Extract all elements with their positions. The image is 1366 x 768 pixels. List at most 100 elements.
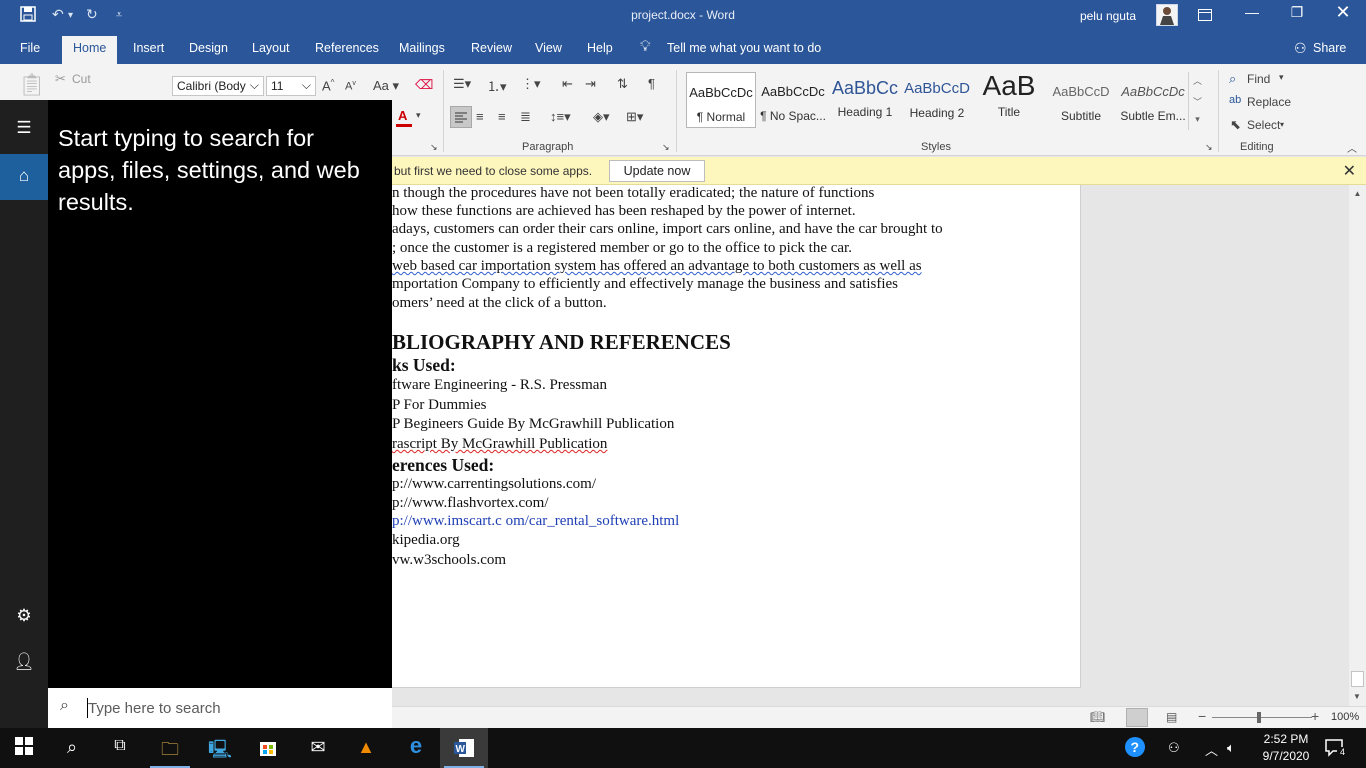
tab-view[interactable]: View <box>535 41 562 55</box>
chevron-down-icon[interactable]: ▾ <box>1280 120 1284 129</box>
tab-file[interactable]: File <box>20 41 40 55</box>
scroll-down-icon[interactable]: ▼ <box>1353 692 1361 701</box>
increase-indent-icon[interactable]: ⇥ <box>585 76 596 92</box>
tab-layout[interactable]: Layout <box>252 41 290 55</box>
style-title[interactable]: AaB Title <box>974 70 1044 128</box>
collapse-ribbon-icon[interactable]: ︿ <box>1347 140 1357 155</box>
settings-gear-icon[interactable]: ⚙ <box>0 594 48 640</box>
replace-button[interactable]: Replace <box>1247 95 1291 109</box>
paragraph-dialog-launcher-icon[interactable]: ↘ <box>662 142 670 153</box>
tell-me-search[interactable]: Tell me what you want to do <box>667 41 821 55</box>
cut-label[interactable]: Cut <box>72 72 91 86</box>
font-dialog-launcher-icon[interactable]: ↘ <box>430 142 438 153</box>
borders-icon[interactable]: ⊞▾ <box>626 109 643 125</box>
document-area[interactable]: n though the procedures have not been to… <box>392 185 1366 706</box>
style-heading-2[interactable]: AaBbCcD Heading 2 <box>902 72 972 128</box>
mail-icon[interactable]: ✉ <box>294 728 342 768</box>
change-case-icon[interactable]: Aa ▾ <box>373 78 399 94</box>
search-input[interactable]: ⌕ Type here to search <box>48 688 392 728</box>
style-normal[interactable]: AaBbCcDc ¶ Normal <box>686 72 756 128</box>
print-layout-icon[interactable] <box>1126 708 1148 727</box>
volume-icon[interactable]: 🔈︎ <box>1227 740 1235 756</box>
shading-icon[interactable]: ◈▾ <box>593 109 610 125</box>
feedback-icon[interactable]: 👤︎ <box>0 640 48 686</box>
windows-start-icon[interactable] <box>0 728 48 768</box>
word-icon[interactable]: W <box>440 728 488 768</box>
user-name[interactable]: pelu nguta <box>1080 9 1136 23</box>
chevron-down-icon[interactable]: ▾ <box>1279 72 1284 83</box>
select-icon[interactable]: ⬉ <box>1230 117 1241 133</box>
grow-font-icon[interactable]: A^ <box>322 78 334 93</box>
tab-mailings[interactable]: Mailings <box>399 41 445 55</box>
font-color-icon[interactable]: A <box>398 108 407 123</box>
replace-icon[interactable]: ab <box>1229 94 1241 106</box>
chevron-up-icon[interactable]: ︿ <box>1189 74 1206 87</box>
bullets-icon[interactable]: ☰▾ <box>453 76 471 92</box>
tab-insert[interactable]: Insert <box>133 41 164 55</box>
find-icon[interactable]: ⌕ <box>1229 71 1236 87</box>
zoom-slider[interactable] <box>1212 717 1312 718</box>
vlc-icon[interactable]: ▲ <box>342 728 390 768</box>
web-layout-icon[interactable]: ▤ <box>1166 710 1177 724</box>
share-button[interactable]: Share <box>1313 41 1346 55</box>
align-center-icon[interactable]: ≡ <box>476 109 484 124</box>
more-styles-icon[interactable]: ▾ <box>1189 114 1206 125</box>
chevron-down-icon[interactable]: ﹀ <box>1189 95 1206 108</box>
styles-dialog-launcher-icon[interactable]: ↘ <box>1205 142 1213 153</box>
document-page[interactable]: n though the procedures have not been to… <box>392 185 1081 688</box>
numbering-icon[interactable]: ⒈▾ <box>487 76 507 95</box>
show-marks-icon[interactable]: ¶ <box>648 76 655 91</box>
tab-design[interactable]: Design <box>189 41 228 55</box>
line-spacing-icon[interactable]: ↕≡▾ <box>550 109 571 125</box>
clear-formatting-icon[interactable]: ⌫ <box>415 77 433 93</box>
computer-app-icon[interactable]: 🖳︎ <box>196 728 244 768</box>
tab-help[interactable]: Help <box>587 41 613 55</box>
styles-scroll[interactable]: ︿ ﹀ ▾ <box>1188 72 1206 130</box>
decrease-indent-icon[interactable]: ⇤ <box>562 76 573 92</box>
find-button[interactable]: Find <box>1247 72 1270 86</box>
minimize-icon[interactable]: — <box>1237 4 1267 26</box>
align-right-icon[interactable]: ≡ <box>498 109 506 124</box>
font-name-combo[interactable]: Calibri (Body ⌵ <box>172 76 264 96</box>
search-icon[interactable]: ⌕ <box>48 728 96 768</box>
zoom-level[interactable]: 100% <box>1331 711 1359 723</box>
tab-review[interactable]: Review <box>471 41 512 55</box>
edge-icon[interactable]: e <box>392 728 440 768</box>
reference-link[interactable]: p://www.imscart.c om/car_rental_software… <box>392 513 679 530</box>
ribbon-display-icon[interactable] <box>1190 4 1220 26</box>
zoom-slider-thumb[interactable] <box>1257 712 1261 723</box>
style-subtitle[interactable]: AaBbCcD Subtitle <box>1046 72 1116 128</box>
notifications-icon[interactable]: 4 <box>1324 738 1348 761</box>
zoom-out-icon[interactable]: − <box>1198 708 1206 724</box>
chevron-up-icon[interactable]: ︿ <box>1205 740 1218 759</box>
select-button[interactable]: Select <box>1247 118 1280 132</box>
read-mode-icon[interactable]: 📖︎ <box>1090 710 1105 724</box>
shrink-font-icon[interactable]: Av <box>345 80 356 93</box>
multilevel-list-icon[interactable]: ⋮▾ <box>521 76 541 92</box>
scroll-up-icon[interactable]: ▲ <box>1349 189 1366 198</box>
align-left-icon[interactable] <box>450 106 472 128</box>
scroll-thumb[interactable] <box>1351 671 1364 687</box>
avatar[interactable] <box>1156 4 1178 26</box>
hamburger-menu-icon[interactable]: ☰ <box>0 106 48 152</box>
justify-icon[interactable]: ≣ <box>520 109 531 125</box>
zoom-in-icon[interactable]: + <box>1311 708 1319 724</box>
style-heading-1[interactable]: AaBbCc Heading 1 <box>830 72 900 128</box>
home-icon[interactable]: ⌂ <box>0 154 48 200</box>
close-icon[interactable]: ✕ <box>1343 161 1356 181</box>
tab-home[interactable]: Home <box>62 36 118 64</box>
update-now-button[interactable]: Update now <box>609 160 705 182</box>
vertical-scrollbar[interactable]: ▲ ▼ <box>1349 185 1366 706</box>
task-view-icon[interactable]: ⧉ <box>96 728 144 768</box>
store-icon[interactable] <box>244 728 292 768</box>
chevron-down-icon[interactable]: ▾ <box>416 110 421 121</box>
people-icon[interactable]: ⚇ <box>1168 740 1180 756</box>
sort-icon[interactable]: ⇅ <box>617 76 628 92</box>
close-icon[interactable]: ✕ <box>1328 2 1358 24</box>
help-icon[interactable]: ? <box>1124 736 1146 761</box>
clock[interactable]: 2:52 PM 9/7/2020 <box>1256 731 1316 765</box>
file-explorer-icon[interactable]: 🗀︎ <box>146 728 194 768</box>
style-subtle-emphasis[interactable]: AaBbCcDc Subtle Em... <box>1118 72 1188 128</box>
style-no-spacing[interactable]: AaBbCcDc ¶ No Spac... <box>758 72 828 128</box>
font-size-combo[interactable]: 11 ⌵ <box>266 76 316 96</box>
